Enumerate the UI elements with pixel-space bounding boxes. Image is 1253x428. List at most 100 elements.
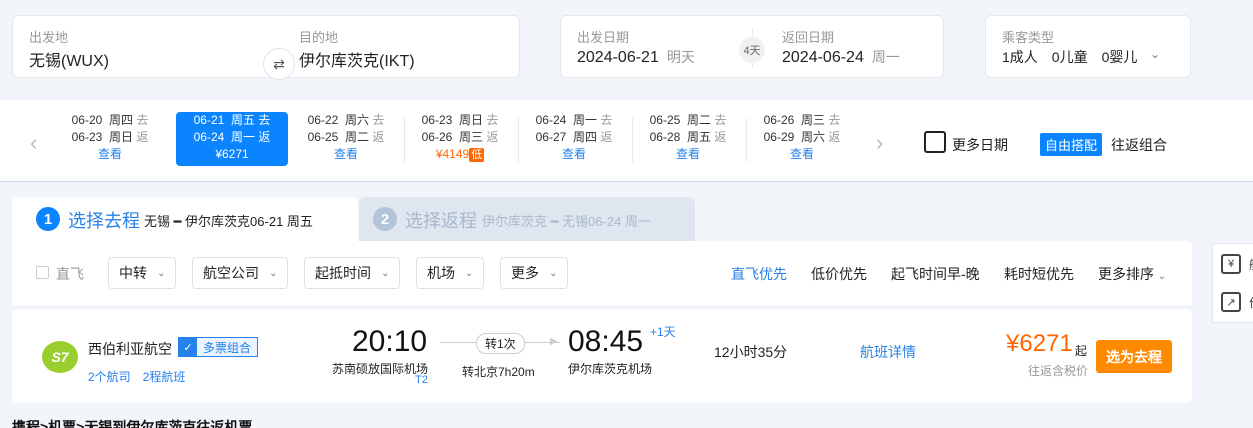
depart-tag: 去 (136, 113, 149, 127)
depart-time: 20:10 (352, 325, 428, 358)
sort-more-label: 更多排序 (1098, 266, 1154, 282)
chevron-down-icon: ⌄ (381, 267, 390, 279)
free-combo-tag[interactable]: 自由搭配 (1040, 133, 1103, 156)
date-row-return: 06-26 周三 返 (404, 129, 516, 146)
date-row-return: 06-23 周日 返 (54, 129, 166, 146)
breadcrumb: 携程>机票>无锡到伊尔库茨克往返机票 (12, 419, 253, 428)
return-tag: 返 (600, 130, 613, 144)
date-row-return: 06-29 周六 返 (746, 129, 858, 146)
date-option[interactable]: 06-24 周一 去 06-27 周四 返查看 (518, 112, 630, 166)
depart-tag: 去 (486, 113, 499, 127)
weekday-return: 周日 (109, 130, 134, 144)
more-dates-link[interactable]: 更多日期 (952, 135, 1008, 155)
return-date: 2024-06-24 (782, 49, 864, 66)
weekday-depart: 周六 (345, 113, 370, 127)
date-box: 出发日期 2024-06-21 明天 4天 返回日期 2024-06-24 周一 (560, 15, 944, 78)
chevron-down-icon: ⌄ (157, 267, 166, 279)
tab-return[interactable]: 2 选择返程 伊尔库茨克 ━ 无锡06-24 周一 (359, 197, 695, 241)
chevron-right-icon[interactable]: › (876, 130, 883, 156)
transfer-select[interactable]: 中转 ⌄ (108, 257, 177, 289)
passenger-box[interactable]: 乘客类型 1成人 0儿童 0婴儿 ⌄ (985, 15, 1191, 78)
date-row-depart: 06-25 周二 去 (632, 112, 744, 129)
date-price: ¥4149 (435, 147, 470, 161)
route-box: 出发地 无锡(WUX) ⇄ 目的地 伊尔库茨克(IKT) (12, 15, 520, 80)
return-date-field[interactable]: 2024-06-24 周一 (782, 47, 900, 67)
weekday-return: 周三 (459, 130, 484, 144)
tab-return-title: 选择返程 (405, 211, 477, 231)
swap-icon[interactable]: ⇄ (263, 48, 295, 80)
flight-details-link[interactable]: 航班详情 (860, 342, 916, 362)
weekday-depart: 周五 (231, 113, 256, 127)
flight-dynamics-icon[interactable]: ¥ (1221, 254, 1241, 274)
weekday-depart: 周日 (459, 113, 484, 127)
date-option[interactable]: 06-25 周二 去 06-28 周五 返查看 (632, 112, 744, 166)
select-label: 中转 (119, 265, 147, 281)
step-2-icon: 2 (373, 207, 397, 231)
return-tag: 返 (258, 130, 271, 144)
more-select[interactable]: 更多 ⌄ (500, 257, 569, 289)
sort-more[interactable]: 更多排序 ⌄ (1098, 264, 1166, 284)
sort-direct-first[interactable]: 直飞优先 (731, 264, 787, 284)
depart-terminal: T2 (415, 374, 428, 386)
direct-checkbox[interactable] (36, 266, 49, 279)
destination-field[interactable]: 伊尔库茨克(IKT) (299, 47, 415, 71)
date-depart: 06-25 (649, 113, 681, 127)
date-option[interactable]: 06-26 周三 去 06-29 周六 返查看 (746, 112, 858, 166)
transfer-info: 转北京7h20m (462, 365, 535, 379)
passenger-label: 乘客类型 (1002, 30, 1055, 45)
direct-label: 直飞 (56, 266, 84, 282)
sort-duration[interactable]: 耗时短优先 (1004, 264, 1074, 284)
return-tag: 返 (828, 130, 841, 144)
origin-label: 出发地 (29, 30, 69, 45)
transfer-badge[interactable]: 转1次 (476, 333, 525, 354)
weekday-return: 周二 (345, 130, 370, 144)
weekday-return: 周四 (573, 130, 598, 144)
shield-icon: ✓ (179, 338, 197, 356)
date-option[interactable]: 06-20 周四 去 06-23 周日 返查看 (54, 112, 166, 166)
date-row-depart: 06-23 周日 去 (404, 112, 516, 129)
tab-return-route: 伊尔库茨克 ━ 无锡06-24 周一 (482, 214, 651, 229)
tab-outbound-route: 无锡 ━ 伊尔库茨克06-21 周五 (144, 214, 313, 229)
duration: 12小时35分 (714, 344, 788, 360)
return-tag: 返 (714, 130, 727, 144)
weekday-depart: 周三 (801, 113, 826, 127)
floating-sidebar: ¥ 航 ↗ 价 (1212, 243, 1253, 323)
price-trend-icon[interactable]: ↗ (1221, 292, 1241, 312)
depart-label: 出发日期 (577, 30, 630, 45)
tab-outbound-title: 选择去程 (68, 211, 140, 231)
calendar-icon[interactable] (924, 131, 946, 153)
date-option[interactable]: 06-22 周六 去 06-25 周二 返查看 (290, 112, 402, 166)
date-return: 06-29 (763, 130, 795, 144)
return-tag: 返 (486, 130, 499, 144)
time-select[interactable]: 起抵时间 ⌄ (304, 257, 401, 289)
arrow-right-icon: ▶ (550, 336, 558, 347)
depart-tag: 去 (600, 113, 613, 127)
multi-ticket-badge[interactable]: ✓ 多票组合 (178, 337, 259, 357)
date-option[interactable]: 06-21 周五 去 06-24 周一 返 ¥6271 (176, 112, 288, 166)
origin-field[interactable]: 无锡(WUX) (29, 47, 109, 71)
weekday-depart: 周一 (573, 113, 598, 127)
airline-select[interactable]: 航空公司 ⌄ (192, 257, 289, 289)
legs-info[interactable]: 2个航司 2程航班 (88, 368, 185, 385)
sort-depart-time[interactable]: 起飞时间早-晚 (891, 264, 980, 284)
return-label: 返回日期 (782, 30, 835, 45)
sort-low-price[interactable]: 低价优先 (811, 264, 867, 284)
date-price-row: ¥4149 低 (404, 146, 516, 163)
date-option[interactable]: 06-23 周日 去 06-26 周三 返 ¥4149 低 (404, 112, 516, 166)
select-outbound-button[interactable]: 选为去程 (1096, 340, 1172, 373)
chevron-left-icon[interactable]: ‹ (30, 130, 37, 156)
select-label: 更多 (511, 265, 539, 281)
airport-select[interactable]: 机场 ⌄ (416, 257, 485, 289)
arrive-airport: 伊尔库茨克机场 (568, 362, 653, 376)
depart-tag: 去 (714, 113, 727, 127)
price-suffix: 起 (1075, 344, 1088, 358)
view-price-link: 查看 (333, 147, 358, 161)
chevron-down-icon: ⌄ (549, 267, 558, 279)
weekday-depart: 周四 (109, 113, 134, 127)
date-return: 06-24 (193, 130, 225, 144)
step-1-icon: 1 (36, 207, 60, 231)
tab-outbound[interactable]: 1 选择去程 无锡 ━ 伊尔库茨克06-21 周五 (12, 197, 358, 241)
round-trip-combo-link[interactable]: 往返组合 (1111, 135, 1167, 155)
chevron-down-icon: ⌄ (1150, 47, 1161, 61)
depart-date-field[interactable]: 2024-06-21 明天 (577, 47, 695, 67)
